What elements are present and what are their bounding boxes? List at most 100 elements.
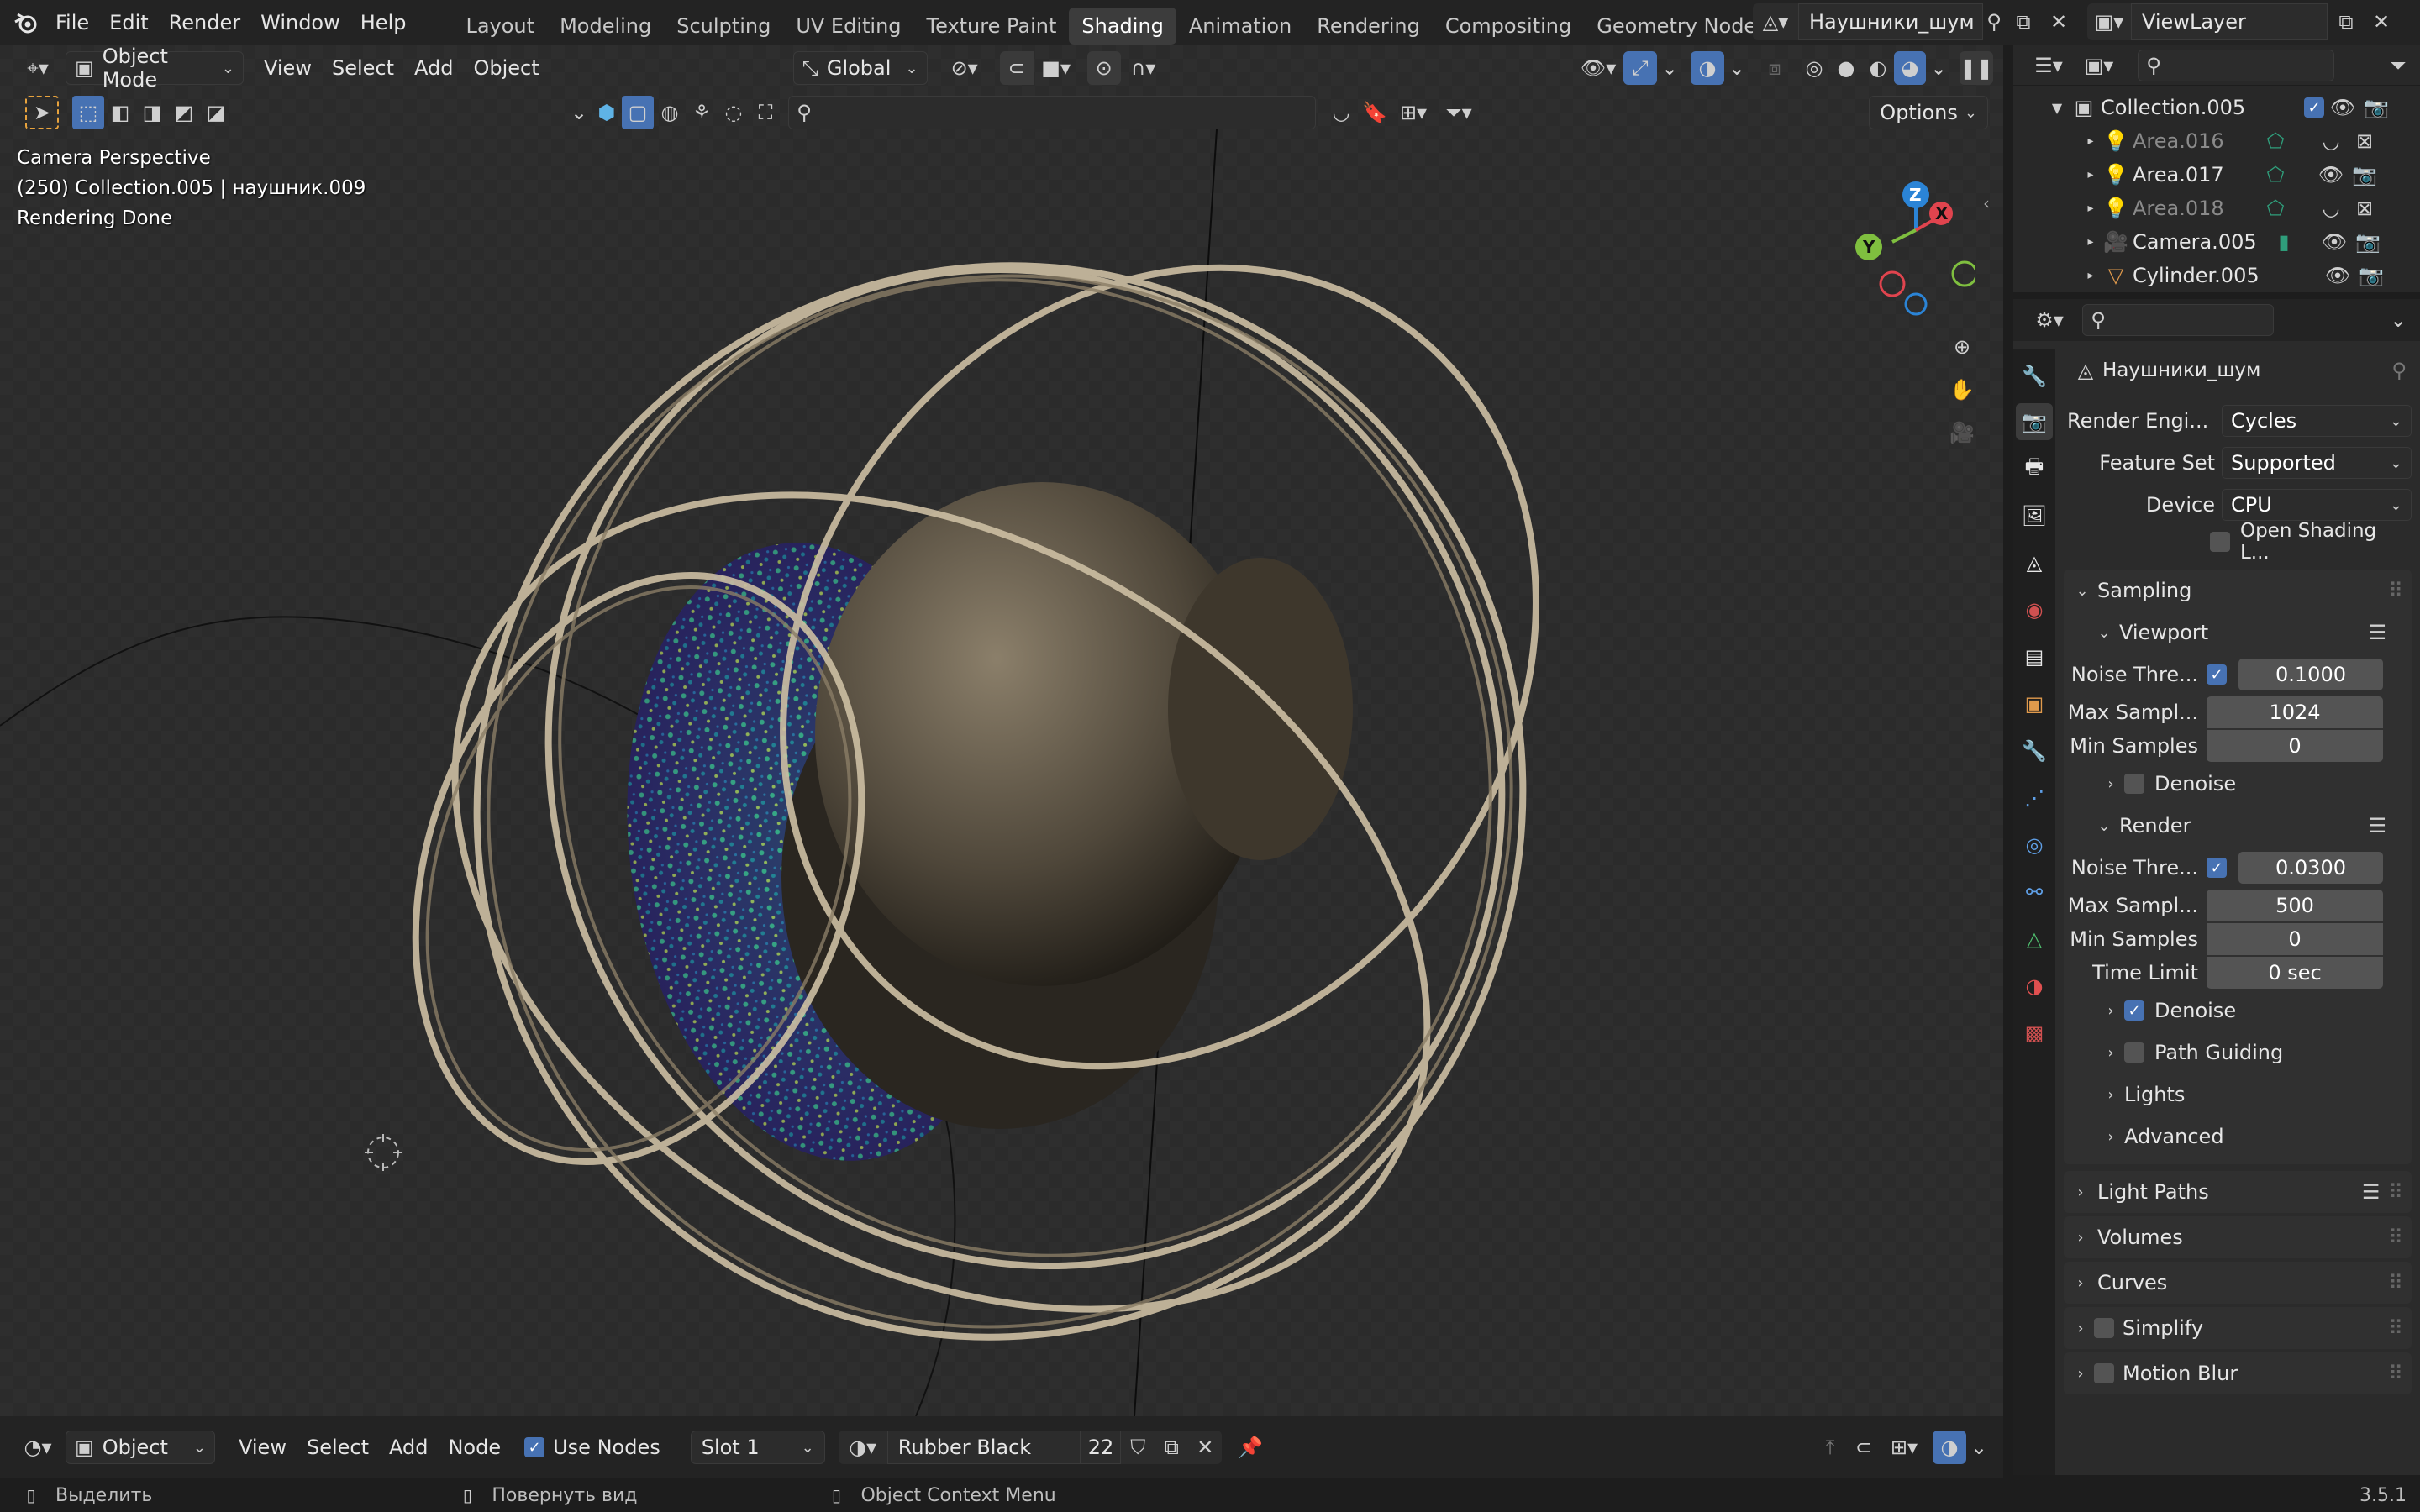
path-guiding-subheader[interactable]: › Path Guiding xyxy=(2064,1032,2412,1074)
menu-node[interactable]: Node xyxy=(438,1436,511,1459)
menu-add[interactable]: Add xyxy=(379,1436,438,1459)
osl-checkbox[interactable] xyxy=(2210,532,2230,552)
display-mode-icon[interactable]: ▣▾ xyxy=(2074,49,2124,82)
outliner-row-cylinder[interactable]: ▸ ▽ Cylinder.005 👁 📷 xyxy=(2013,259,2420,292)
viewport-subheader[interactable]: ⌄ Viewport ☰ xyxy=(2064,612,2412,654)
light-paths-panel[interactable]: › Light Paths ☰ ⠿ xyxy=(2064,1171,2412,1213)
r-denoise-checkbox[interactable]: ✓ xyxy=(2124,1000,2144,1021)
menu-view[interactable]: View xyxy=(229,1436,297,1459)
drag-handle-icon[interactable]: ⠿ xyxy=(2388,1226,2403,1249)
modifier-tab-icon[interactable]: 🔧 xyxy=(2016,732,2053,769)
outliner-row-area-016[interactable]: ▸ 💡 Area.016 ⬠ ◡ ⊠ xyxy=(2013,124,2420,158)
editor-type-icon[interactable]: ☰▾ xyxy=(2023,49,2074,82)
render-disabled-icon[interactable]: ⊠ xyxy=(2349,129,2380,153)
eye-icon[interactable]: 👁 xyxy=(2324,96,2361,119)
expand-arrow-icon[interactable]: ▸ xyxy=(2082,202,2099,215)
editor-type-icon[interactable]: ◔▾ xyxy=(10,1429,66,1466)
menu-help[interactable]: Help xyxy=(350,0,417,45)
r-noise-checkbox[interactable]: ✓ xyxy=(2207,858,2227,878)
r-time-field[interactable]: 0 sec xyxy=(2207,957,2383,989)
feature-set-dropdown[interactable]: Supported ⌄ xyxy=(2222,447,2412,479)
material-tab-icon[interactable]: ◑ xyxy=(2016,968,2053,1005)
render-camera-icon[interactable]: 📷 xyxy=(2353,230,2383,254)
collection-tab-icon[interactable]: ▤ xyxy=(2016,638,2053,675)
expand-arrow-icon[interactable]: ▸ xyxy=(2082,235,2099,249)
vp-denoise-checkbox[interactable] xyxy=(2124,774,2144,794)
shader-object-dropdown[interactable]: ▣ Object ⌄ xyxy=(66,1431,215,1464)
view-layer-field[interactable]: ViewLayer xyxy=(2131,3,2328,40)
snap-icon[interactable]: ⊂ xyxy=(1847,1431,1881,1464)
new-view-layer-icon[interactable]: ⧉ xyxy=(2328,3,2365,40)
outliner-row-area-018[interactable]: ▸ 💡 Area.018 ⬠ ◡ ⊠ xyxy=(2013,192,2420,225)
slot-dropdown[interactable]: Slot 1 ⌄ xyxy=(690,1431,825,1464)
menu-select[interactable]: Select xyxy=(297,1436,379,1459)
tab-animation[interactable]: Animation xyxy=(1176,8,1304,45)
eye-closed-icon[interactable]: ◡ xyxy=(2312,197,2349,220)
tab-uv-editing[interactable]: UV Editing xyxy=(783,8,913,45)
motion-blur-panel[interactable]: › Motion Blur ⠿ xyxy=(2064,1352,2412,1394)
outliner-row-camera[interactable]: ▸ 🎥 Camera.005 ▮ 👁 📷 xyxy=(2013,225,2420,259)
r-denoise-subheader[interactable]: › ✓ Denoise xyxy=(2064,990,2412,1032)
r-noise-field[interactable]: 0.0300 xyxy=(2238,852,2383,884)
texture-tab-icon[interactable]: ▩ xyxy=(2016,1015,2053,1052)
r-min-field[interactable]: 0 xyxy=(2207,923,2383,955)
filter-icon[interactable]: ⏷ xyxy=(2381,54,2415,77)
pin-icon[interactable]: 📌 xyxy=(1234,1431,1267,1464)
simplify-panel[interactable]: › Simplify ⠿ xyxy=(2064,1307,2412,1349)
view-layer-tab-icon[interactable]: 🖼 xyxy=(2016,497,2053,534)
sampling-header[interactable]: ⌄ Sampling ⠿ xyxy=(2064,570,2412,612)
expand-arrow-icon[interactable]: ▸ xyxy=(2082,134,2099,148)
menu-file[interactable]: File xyxy=(45,0,99,45)
tab-texture-paint[interactable]: Texture Paint xyxy=(914,8,1070,45)
advanced-subheader[interactable]: › Advanced xyxy=(2064,1116,2412,1158)
expand-arrow-icon[interactable]: ▼ xyxy=(2047,100,2067,116)
chevron-down-icon[interactable]: ⌄ xyxy=(1966,1436,1991,1459)
material-name-field[interactable]: Rubber Black xyxy=(886,1431,1081,1464)
material-browse-icon[interactable]: ◑▾ xyxy=(838,1431,887,1464)
outliner-search[interactable]: ⚲ xyxy=(2138,49,2334,81)
eye-icon[interactable]: 👁 xyxy=(2312,163,2349,186)
outliner-row-collection[interactable]: ▼ ▣ Collection.005 ✓ 👁 📷 xyxy=(2013,91,2420,124)
volumes-panel[interactable]: › Volumes ⠿ xyxy=(2064,1216,2412,1258)
drag-handle-icon[interactable]: ⠿ xyxy=(2388,1271,2403,1294)
scene-name-field[interactable]: Наушники_шум xyxy=(1798,3,1983,40)
snap-target-icon[interactable]: ⊞▾ xyxy=(1881,1431,1928,1464)
render-tab-icon[interactable]: 📷 xyxy=(2016,403,2053,440)
lights-subheader[interactable]: › Lights xyxy=(2064,1074,2412,1116)
properties-search[interactable]: ⚲ xyxy=(2082,304,2274,336)
presets-list-icon[interactable]: ☰ xyxy=(2368,621,2386,644)
pan-hand-icon[interactable]: ✋ xyxy=(1943,366,1981,413)
motion-blur-checkbox[interactable] xyxy=(2094,1363,2114,1383)
object-tab-icon[interactable]: ▣ xyxy=(2016,685,2053,722)
close-icon[interactable]: ✕ xyxy=(2042,3,2075,40)
tab-shading[interactable]: Shading xyxy=(1069,8,1176,45)
drag-handle-icon[interactable]: ⠿ xyxy=(2388,1316,2403,1340)
render-camera-icon[interactable]: 📷 xyxy=(2356,264,2386,287)
new-scene-icon[interactable]: ⧉ xyxy=(2005,3,2042,40)
drag-handle-icon[interactable]: ⠿ xyxy=(2388,1180,2403,1204)
area-divider[interactable] xyxy=(2003,45,2013,1478)
exclude-checkbox[interactable]: ✓ xyxy=(2304,97,2324,118)
sidebar-toggle-icon[interactable]: ‹ xyxy=(1983,193,1990,213)
render-canvas[interactable] xyxy=(0,45,2003,1416)
presets-list-icon[interactable]: ☰ xyxy=(2368,814,2386,837)
tab-rendering[interactable]: Rendering xyxy=(1304,8,1433,45)
editor-type-icon[interactable]: ⚙▾ xyxy=(2023,303,2075,337)
tab-sculpting[interactable]: Sculpting xyxy=(664,8,783,45)
world-tab-icon[interactable]: ◉ xyxy=(2016,591,2053,628)
presets-list-icon[interactable]: ☰ xyxy=(2362,1180,2381,1204)
vp-noise-checkbox[interactable]: ✓ xyxy=(2207,664,2227,685)
navigation-gizmo[interactable]: Z Y X xyxy=(1840,155,1978,323)
use-nodes-checkbox[interactable]: ✓ xyxy=(524,1437,545,1457)
constraints-tab-icon[interactable]: ⚯ xyxy=(2016,874,2053,911)
curves-panel[interactable]: › Curves ⠿ xyxy=(2064,1262,2412,1304)
menu-render[interactable]: Render xyxy=(159,0,250,45)
r-max-field[interactable]: 500 xyxy=(2207,890,2383,921)
scene-icon[interactable]: ◬▾ xyxy=(1753,3,1798,40)
eye-closed-icon[interactable]: ◡ xyxy=(2312,129,2349,153)
output-tab-icon[interactable]: 🖶 xyxy=(2016,450,2053,487)
remove-view-layer-icon[interactable]: ✕ xyxy=(2365,3,2398,40)
vp-max-field[interactable]: 1024 xyxy=(2207,696,2383,728)
pin-icon[interactable]: ⚲ xyxy=(1983,10,2005,34)
simplify-checkbox[interactable] xyxy=(2094,1318,2114,1338)
